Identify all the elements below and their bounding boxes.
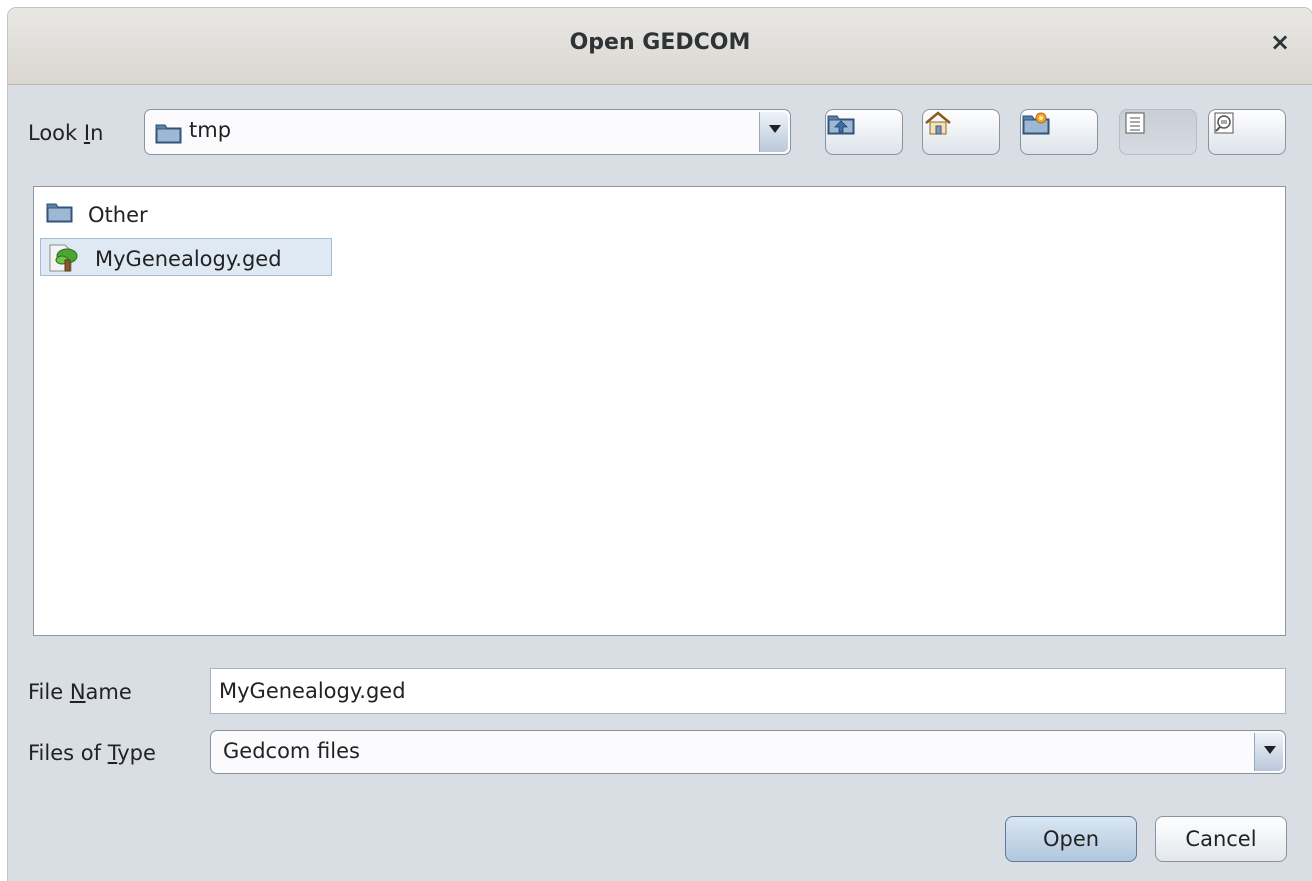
look-in-dropdown-arrow[interactable] xyxy=(759,112,788,152)
cancel-button[interactable]: Cancel xyxy=(1155,816,1287,862)
close-button[interactable]: × xyxy=(1266,28,1294,56)
open-gedcom-dialog: Open GEDCOM × Look In tmp Other MyGeneal… xyxy=(8,8,1312,881)
file-type-combo[interactable]: Gedcom files xyxy=(210,730,1286,774)
file-name: MyGenealogy.ged xyxy=(95,247,282,271)
new-folder-button[interactable] xyxy=(1020,109,1098,155)
file-name-input[interactable] xyxy=(219,669,1277,713)
file-name-label: File Name xyxy=(28,680,132,704)
file-list[interactable]: Other MyGenealogy.ged xyxy=(33,186,1286,636)
list-item-folder[interactable]: Other xyxy=(40,195,240,233)
up-one-level-button[interactable] xyxy=(825,109,903,155)
file-name-field[interactable] xyxy=(210,668,1286,714)
look-in-value: tmp xyxy=(189,118,232,142)
home-button[interactable] xyxy=(922,109,1000,155)
folder-icon xyxy=(46,200,74,229)
look-in-combo[interactable]: tmp xyxy=(144,109,791,155)
title-bar: Open GEDCOM × xyxy=(8,8,1312,85)
file-type-label: Files of Type xyxy=(28,741,156,765)
list-view-button[interactable] xyxy=(1119,109,1197,155)
folder-icon xyxy=(155,121,183,150)
dialog-title: Open GEDCOM xyxy=(569,30,751,55)
list-item-selected-file[interactable]: MyGenealogy.ged xyxy=(40,238,332,276)
open-button[interactable]: Open xyxy=(1005,816,1137,862)
gedcom-file-icon xyxy=(47,243,81,278)
look-in-label: Look In xyxy=(28,121,104,145)
file-name: Other xyxy=(88,203,148,227)
file-type-dropdown-arrow[interactable] xyxy=(1254,733,1283,771)
details-view-button[interactable] xyxy=(1208,109,1286,155)
file-type-value: Gedcom files xyxy=(223,739,360,763)
